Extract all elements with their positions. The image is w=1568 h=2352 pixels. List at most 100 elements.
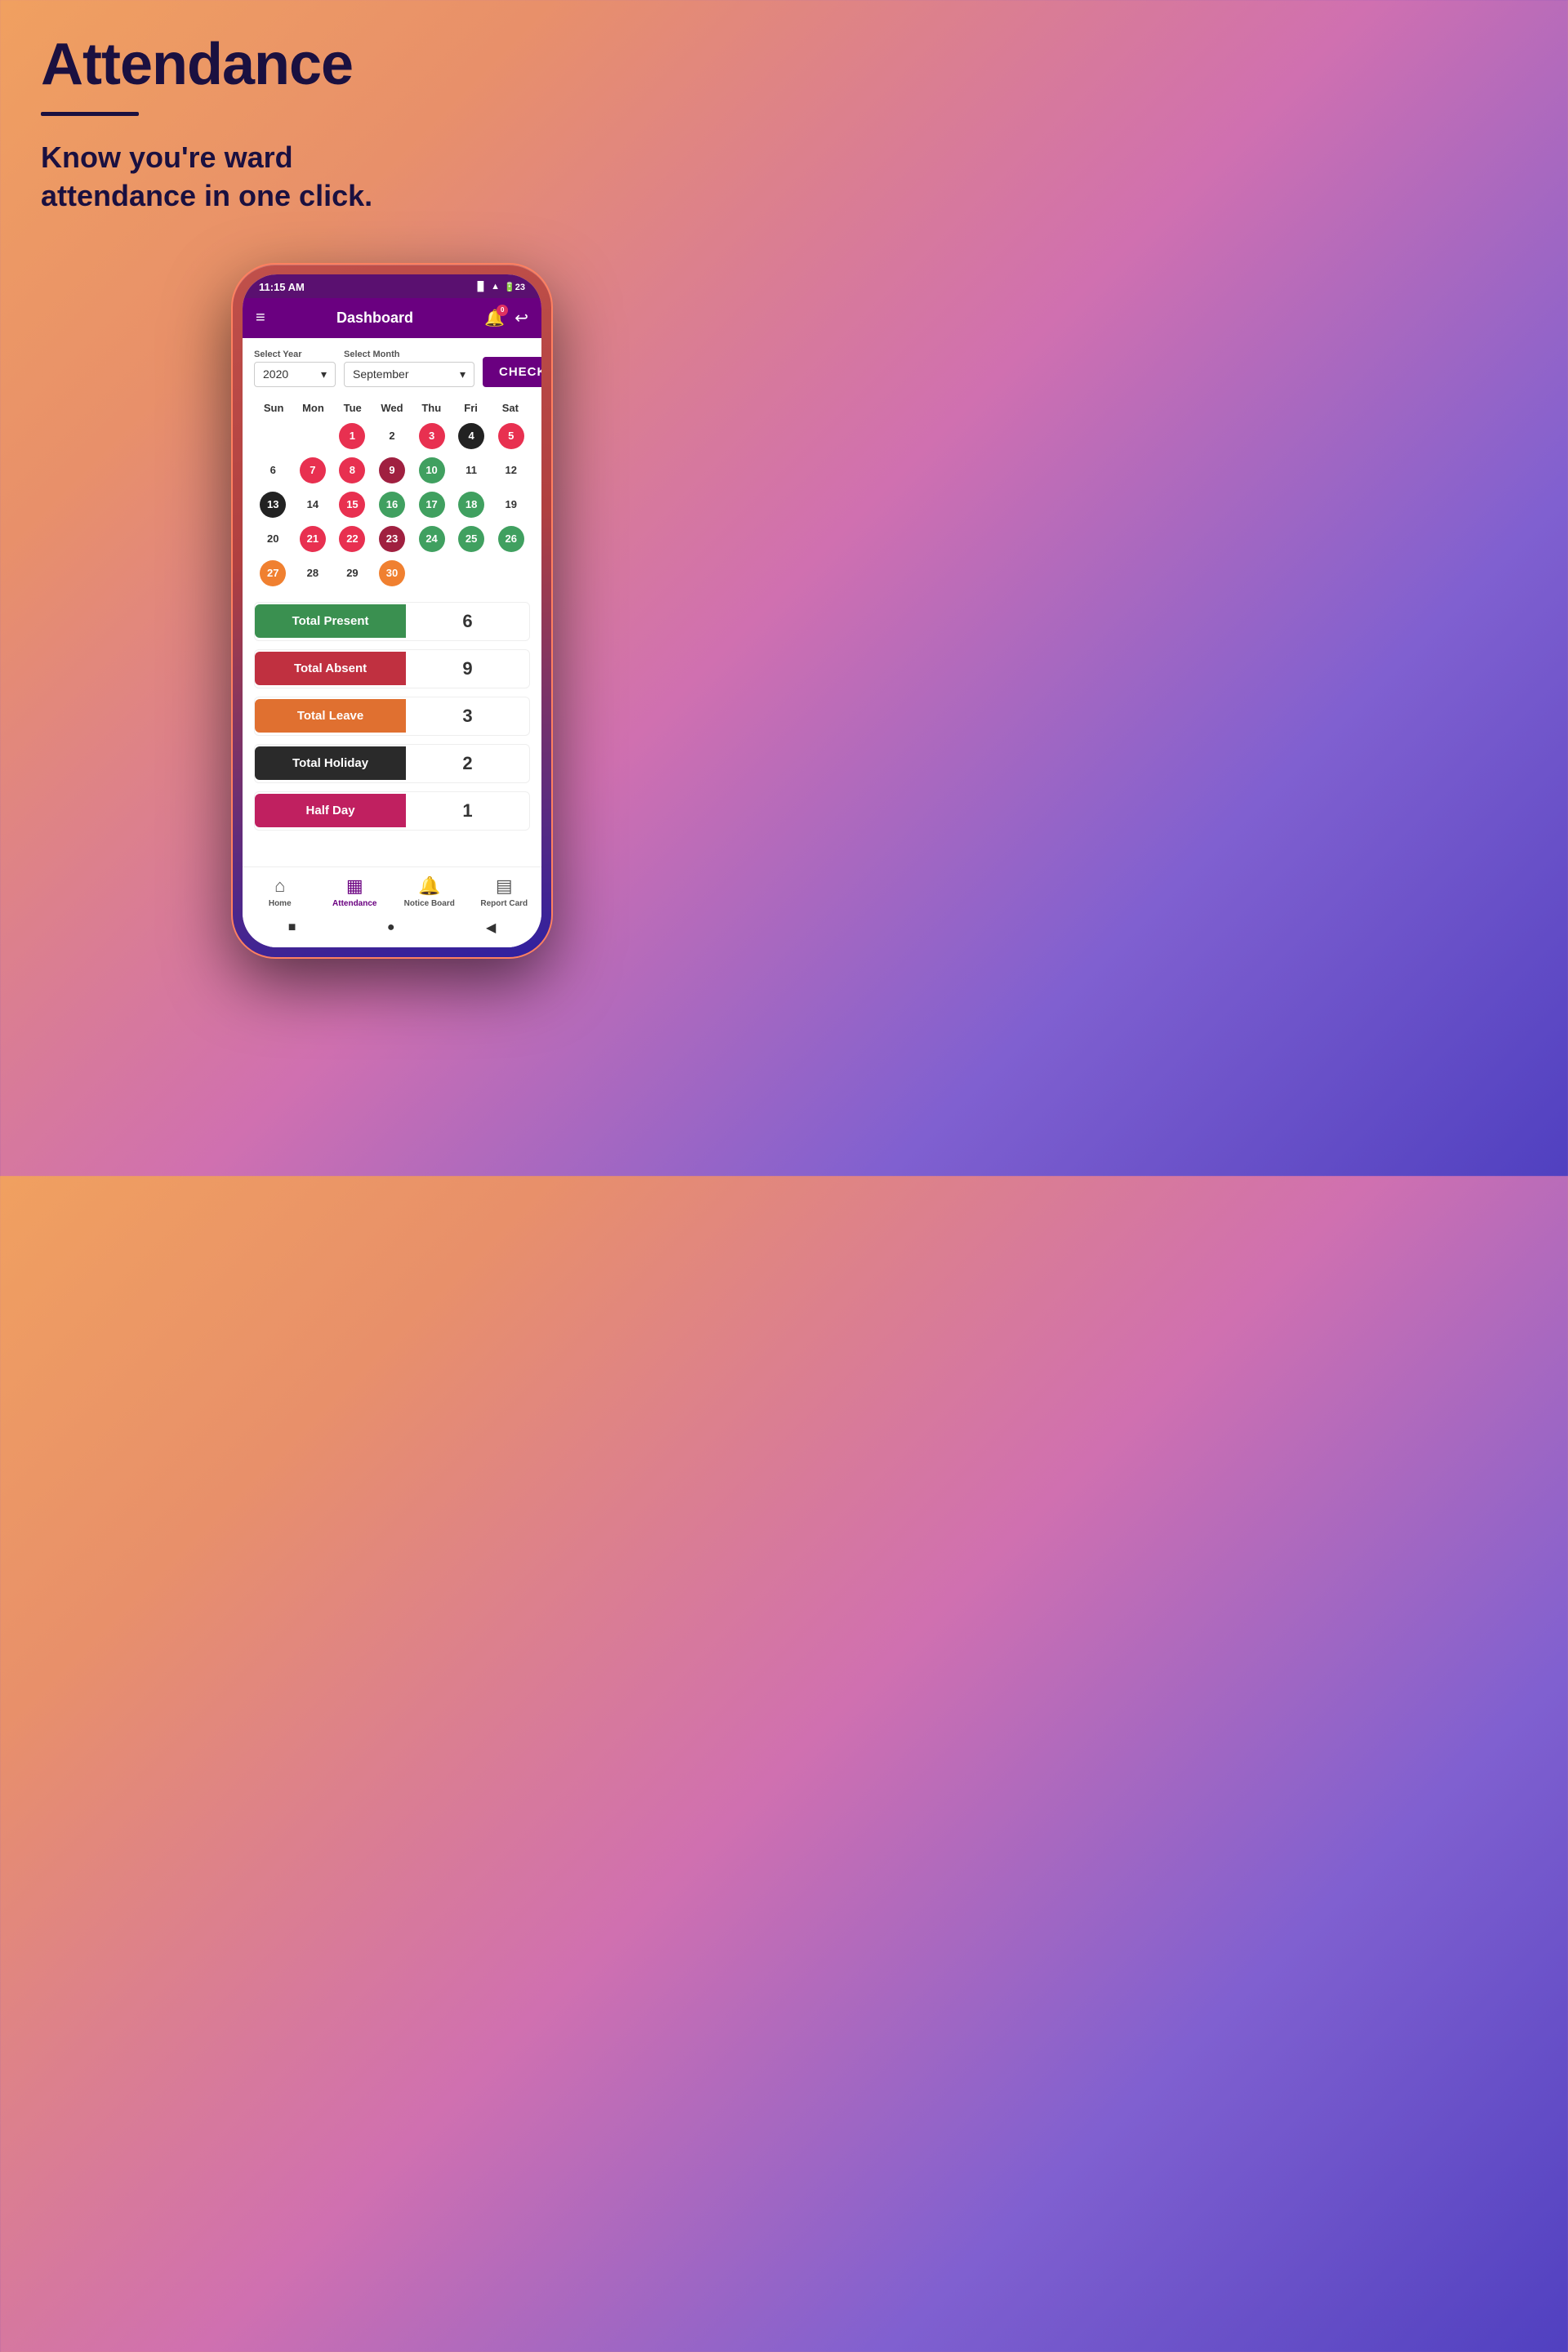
cal-num-15[interactable]: 15 xyxy=(339,492,365,518)
cal-num-8[interactable]: 8 xyxy=(339,457,365,483)
nav-notice[interactable]: 🔔 Notice Board xyxy=(392,875,467,908)
android-square[interactable]: ■ xyxy=(288,920,296,935)
phone-screen: 11:15 AM ▐▌ ▲ 🔋23 ≡ Dashboard 🔔 0 ↩ xyxy=(243,274,541,947)
nav-home[interactable]: ⌂ Home xyxy=(243,875,318,908)
attendance-icon: ▦ xyxy=(346,875,363,897)
year-select[interactable]: 2020 ▾ xyxy=(254,362,336,387)
cal-num-22[interactable]: 22 xyxy=(339,526,365,552)
cal-num-30[interactable]: 30 xyxy=(379,560,405,586)
notification-button[interactable]: 🔔 0 xyxy=(484,308,505,328)
nav-attendance[interactable]: ▦ Attendance xyxy=(318,875,393,908)
stat-total-leave: Total Leave 3 xyxy=(254,697,530,736)
stat-value-absent: 9 xyxy=(406,650,529,688)
cal-num-20[interactable]: 20 xyxy=(260,526,286,552)
calendar-header: Sun Mon Tue Wed Thu Fri Sat xyxy=(254,399,530,417)
cal-cell-0 xyxy=(254,421,292,452)
cal-num-25[interactable]: 25 xyxy=(458,526,484,552)
cal-num-6[interactable]: 6 xyxy=(260,457,286,483)
cal-cell-8: 7 xyxy=(294,455,332,486)
cal-num-11[interactable]: 11 xyxy=(458,457,484,483)
cal-cell-24: 23 xyxy=(373,523,412,555)
cal-cell-6: 5 xyxy=(492,421,530,452)
cal-num-26[interactable]: 26 xyxy=(498,526,524,552)
cal-cell-29: 28 xyxy=(294,558,332,589)
home-icon: ⌂ xyxy=(274,875,285,897)
cal-num-13[interactable]: 13 xyxy=(260,492,286,518)
cal-num-5[interactable]: 5 xyxy=(498,423,524,449)
cal-num-10[interactable]: 10 xyxy=(419,457,445,483)
stat-label-holiday: Total Holiday xyxy=(255,746,406,780)
hamburger-icon[interactable]: ≡ xyxy=(256,309,265,327)
main-content: Select Year 2020 ▾ Select Month Septembe… xyxy=(243,338,541,866)
cal-num-9[interactable]: 9 xyxy=(379,457,405,483)
cal-num-23[interactable]: 23 xyxy=(379,526,405,552)
stat-total-absent: Total Absent 9 xyxy=(254,649,530,688)
cal-num-24[interactable]: 24 xyxy=(419,526,445,552)
cal-cell-1 xyxy=(294,421,332,452)
cal-num-18[interactable]: 18 xyxy=(458,492,484,518)
cal-cell-17: 16 xyxy=(373,489,412,520)
android-circle[interactable]: ● xyxy=(387,920,395,935)
month-chevron: ▾ xyxy=(460,368,466,381)
month-select-group: Select Month September ▾ xyxy=(344,350,474,387)
signal-icon: ▐▌ xyxy=(474,282,488,292)
cal-cell-30: 29 xyxy=(333,558,372,589)
cal-cell-10: 9 xyxy=(373,455,412,486)
report-icon: ▤ xyxy=(496,875,513,897)
year-select-group: Select Year 2020 ▾ xyxy=(254,350,336,387)
cal-num-27[interactable]: 27 xyxy=(260,560,286,586)
cal-cell-11: 10 xyxy=(412,455,451,486)
cal-num-19[interactable]: 19 xyxy=(498,492,524,518)
cal-num-4[interactable]: 4 xyxy=(458,423,484,449)
cal-num-2[interactable]: 2 xyxy=(379,423,405,449)
cal-cell-13: 12 xyxy=(492,455,530,486)
logout-button[interactable]: ↩ xyxy=(514,308,528,328)
title-underline xyxy=(41,112,139,116)
cal-cell-12: 11 xyxy=(452,455,491,486)
notification-badge: 0 xyxy=(497,305,508,316)
stat-value-holiday: 2 xyxy=(406,745,529,782)
wifi-icon: ▲ xyxy=(491,282,500,292)
nav-report[interactable]: ▤ Report Card xyxy=(467,875,542,908)
cal-cell-26: 25 xyxy=(452,523,491,555)
cal-num-3[interactable]: 3 xyxy=(419,423,445,449)
year-chevron: ▾ xyxy=(321,368,327,381)
cal-num-17[interactable]: 17 xyxy=(419,492,445,518)
cal-num-29[interactable]: 29 xyxy=(339,560,365,586)
day-header-tue: Tue xyxy=(333,399,372,417)
cal-cell-22: 21 xyxy=(294,523,332,555)
cal-cell-20: 19 xyxy=(492,489,530,520)
page-title: Attendance xyxy=(41,33,743,97)
stats-section: Total Present 6 Total Absent 9 Total Lea… xyxy=(254,602,530,831)
cal-cell-28: 27 xyxy=(254,558,292,589)
check-button[interactable]: CHECK xyxy=(483,357,541,387)
status-bar: 11:15 AM ▐▌ ▲ 🔋23 xyxy=(243,274,541,298)
cal-num-14[interactable]: 14 xyxy=(300,492,326,518)
stat-label-leave: Total Leave xyxy=(255,699,406,733)
cal-num-28[interactable]: 28 xyxy=(300,560,326,586)
stat-value-present: 6 xyxy=(406,603,529,640)
cal-num-16[interactable]: 16 xyxy=(379,492,405,518)
day-header-sat: Sat xyxy=(491,399,530,417)
cal-num-1[interactable]: 1 xyxy=(339,423,365,449)
stat-half-day: Half Day 1 xyxy=(254,791,530,831)
day-header-thu: Thu xyxy=(412,399,451,417)
select-row: Select Year 2020 ▾ Select Month Septembe… xyxy=(254,350,530,387)
month-label: Select Month xyxy=(344,350,474,359)
cal-cell-5: 4 xyxy=(452,421,491,452)
home-label: Home xyxy=(269,899,292,908)
month-select[interactable]: September ▾ xyxy=(344,362,474,387)
cal-cell-33 xyxy=(452,558,491,589)
day-header-sun: Sun xyxy=(254,399,293,417)
cal-cell-4: 3 xyxy=(412,421,451,452)
stat-label-present: Total Present xyxy=(255,604,406,638)
cal-cell-31: 30 xyxy=(373,558,412,589)
battery-icon: 🔋23 xyxy=(504,282,525,292)
android-back[interactable]: ◀ xyxy=(486,920,496,936)
day-header-wed: Wed xyxy=(372,399,412,417)
stat-total-holiday: Total Holiday 2 xyxy=(254,744,530,783)
cal-num-21[interactable]: 21 xyxy=(300,526,326,552)
cal-cell-7: 6 xyxy=(254,455,292,486)
cal-num-7[interactable]: 7 xyxy=(300,457,326,483)
cal-num-12[interactable]: 12 xyxy=(498,457,524,483)
